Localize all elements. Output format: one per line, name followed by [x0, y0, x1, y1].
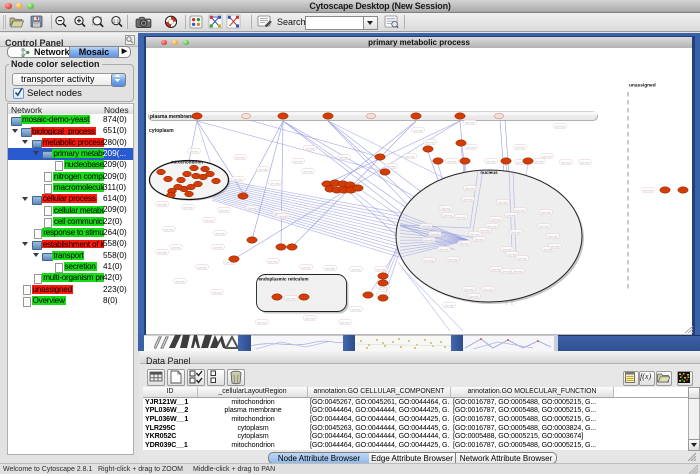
svg-text:[xx-xx]: [xx-xx]: [287, 297, 296, 301]
svg-text:[xx-xx]: [xx-xx]: [198, 266, 207, 270]
svg-text:[xx-xx]: [xx-xx]: [471, 233, 480, 237]
svg-text:[xx-xx]: [xx-xx]: [549, 235, 558, 239]
svg-text:cytoplasm: cytoplasm: [149, 128, 174, 134]
svg-text:[xx-xx]: [xx-xx]: [516, 146, 525, 150]
svg-text:[xx-xx]: [xx-xx]: [352, 308, 361, 312]
svg-text:[xx-xx]: [xx-xx]: [551, 245, 560, 249]
svg-text:[xx-xx]: [xx-xx]: [214, 246, 223, 250]
svg-text:[xx-xx]: [xx-xx]: [556, 125, 565, 129]
svg-text:[xx-xx]: [xx-xx]: [326, 267, 335, 271]
svg-text:[xx-xx]: [xx-xx]: [190, 150, 199, 154]
svg-text:[xx-xx]: [xx-xx]: [259, 168, 268, 172]
svg-text:[xx-xx]: [xx-xx]: [487, 160, 496, 164]
svg-text:[xx-xx]: [xx-xx]: [304, 170, 313, 174]
svg-text:[xx-xx]: [xx-xx]: [377, 268, 386, 272]
svg-text:[xx-xx]: [xx-xx]: [466, 121, 475, 125]
svg-text:[xx-xx]: [xx-xx]: [488, 225, 497, 229]
svg-text:[xx-xx]: [xx-xx]: [460, 242, 469, 246]
svg-text:[xx-xx]: [xx-xx]: [484, 288, 493, 292]
svg-text:[xx-xx]: [xx-xx]: [465, 288, 474, 292]
svg-text:[xx-xx]: [xx-xx]: [543, 155, 552, 159]
svg-text:[xx-xx]: [xx-xx]: [518, 257, 527, 261]
svg-text:[xx-xx]: [xx-xx]: [562, 161, 571, 165]
svg-text:[xx-xx]: [xx-xx]: [425, 239, 434, 243]
svg-text:[xx-xx]: [xx-xx]: [302, 266, 311, 270]
svg-text:[xx-xx]: [xx-xx]: [535, 160, 544, 164]
svg-text:[xx-xx]: [xx-xx]: [234, 178, 243, 182]
svg-text:[xx-xx]: [xx-xx]: [184, 206, 193, 210]
svg-text:[xx-xx]: [xx-xx]: [216, 232, 225, 236]
svg-text:[xx-xx]: [xx-xx]: [542, 211, 551, 215]
svg-text:[xx-xx]: [xx-xx]: [387, 165, 396, 169]
svg-text:[xx-xx]: [xx-xx]: [457, 216, 466, 220]
svg-text:[xx-xx]: [xx-xx]: [279, 215, 288, 219]
svg-text:mitochondrion: mitochondrion: [171, 160, 203, 165]
svg-text:[xx-xx]: [xx-xx]: [158, 251, 167, 255]
svg-text:[xx-xx]: [xx-xx]: [440, 248, 449, 252]
svg-text:[xx-xx]: [xx-xx]: [220, 209, 229, 213]
svg-text:[xx-xx]: [xx-xx]: [352, 268, 361, 272]
svg-text:[xx-xx]: [xx-xx]: [581, 161, 590, 165]
svg-text:plasma membrane: plasma membrane: [150, 114, 194, 120]
svg-text:[xx-xx]: [xx-xx]: [442, 207, 451, 211]
svg-text:[xx-xx]: [xx-xx]: [172, 246, 181, 250]
svg-text:[xx-xx]: [xx-xx]: [481, 229, 490, 233]
svg-text:[xx-xx]: [xx-xx]: [492, 218, 501, 222]
svg-text:[xx-xx]: [xx-xx]: [508, 253, 517, 257]
svg-text:[xx-xx]: [xx-xx]: [644, 189, 653, 193]
svg-text:[xx-xx]: [xx-xx]: [425, 259, 434, 263]
svg-text:[xx-xx]: [xx-xx]: [514, 270, 523, 274]
svg-text:[xx-xx]: [xx-xx]: [445, 304, 454, 308]
svg-text:[xx-xx]: [xx-xx]: [467, 146, 476, 150]
svg-text:endoplasmic reticulum: endoplasmic reticulum: [259, 277, 309, 282]
svg-text:[xx-xx]: [xx-xx]: [503, 248, 512, 252]
svg-text:[xx-xx]: [xx-xx]: [503, 270, 512, 274]
svg-text:[xx-xx]: [xx-xx]: [512, 231, 521, 235]
svg-text:[xx-xx]: [xx-xx]: [306, 317, 315, 321]
svg-text:[xx-xx]: [xx-xx]: [422, 225, 431, 229]
svg-text:[xx-xx]: [xx-xx]: [464, 198, 473, 202]
svg-text:[xx-xx]: [xx-xx]: [492, 268, 501, 272]
svg-text:[xx-xx]: [xx-xx]: [258, 321, 267, 325]
svg-text:1:1: 1:1: [113, 18, 120, 23]
svg-text:unassigned: unassigned: [629, 83, 656, 89]
svg-text:[xx-xx]: [xx-xx]: [158, 203, 167, 207]
svg-text:[xx-xx]: [xx-xx]: [449, 258, 458, 262]
svg-text:[xx-xx]: [xx-xx]: [516, 209, 525, 213]
svg-text:[xx-xx]: [xx-xx]: [341, 321, 350, 325]
svg-text:[xx-xx]: [xx-xx]: [165, 228, 174, 232]
svg-text:[xx-xx]: [xx-xx]: [426, 141, 435, 145]
svg-text:[xx-xx]: [xx-xx]: [269, 260, 278, 264]
svg-text:[xx-xx]: [xx-xx]: [444, 214, 453, 218]
svg-text:[xx-xx]: [xx-xx]: [406, 155, 415, 159]
svg-text:[xx-xx]: [xx-xx]: [448, 160, 457, 164]
svg-text:[xx-xx]: [xx-xx]: [236, 156, 245, 160]
svg-text:[xx-xx]: [xx-xx]: [475, 238, 484, 242]
svg-text:[xx-xx]: [xx-xx]: [470, 295, 479, 299]
svg-text:[xx-xx]: [xx-xx]: [306, 147, 315, 151]
svg-text:[xx-xx]: [xx-xx]: [294, 160, 303, 164]
svg-text:[xx-xx]: [xx-xx]: [466, 187, 475, 191]
svg-text:[xx-xx]: [xx-xx]: [507, 214, 516, 218]
svg-text:[xx-xx]: [xx-xx]: [248, 207, 257, 211]
svg-text:[xx-xx]: [xx-xx]: [499, 201, 508, 205]
svg-text:[xx-xx]: [xx-xx]: [414, 129, 423, 133]
svg-text:[xx-xx]: [xx-xx]: [271, 182, 280, 186]
svg-text:[xx-xx]: [xx-xx]: [176, 280, 185, 284]
svg-text:[xx-xx]: [xx-xx]: [213, 291, 222, 295]
svg-text:[xx-xx]: [xx-xx]: [340, 156, 349, 160]
svg-text:[xx-xx]: [xx-xx]: [540, 225, 549, 229]
svg-text:[xx-xx]: [xx-xx]: [431, 233, 440, 237]
svg-text:[xx-xx]: [xx-xx]: [205, 219, 214, 223]
